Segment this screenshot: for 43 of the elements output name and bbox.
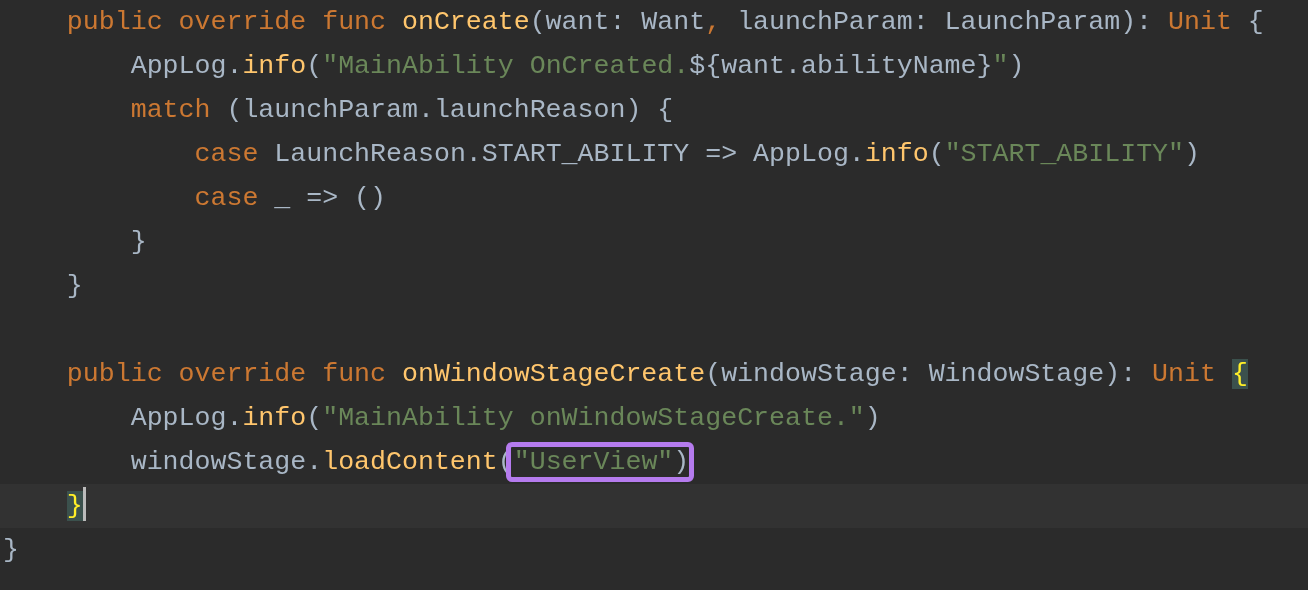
code-token: match xyxy=(130,95,211,125)
code-token: { xyxy=(1247,7,1264,37)
code-token: } xyxy=(130,227,147,257)
code-token: ( xyxy=(928,139,945,169)
text-cursor xyxy=(82,486,86,521)
code-token: ) xyxy=(1008,51,1025,81)
code-token: info xyxy=(242,403,307,433)
code-token: (windowStage: WindowStage): xyxy=(705,359,1138,389)
code-token: ( xyxy=(306,51,323,81)
code-token: ) xyxy=(673,447,690,477)
code-token: Unit xyxy=(1168,7,1232,37)
code-token: windowStage. xyxy=(130,447,323,477)
code-token: case xyxy=(194,139,259,169)
code-token: LaunchReason.START_ABILITY => AppLog. xyxy=(274,139,865,169)
code-token: launchParam: LaunchParam): xyxy=(737,7,1154,37)
code-token: public override func xyxy=(66,359,388,389)
code-token: } xyxy=(66,271,83,301)
code-token: public override func xyxy=(66,7,388,37)
code-token: case xyxy=(194,183,259,213)
code-token: "MainAbility OnCreated. xyxy=(322,51,690,81)
matched-brace: { xyxy=(1231,359,1248,389)
code-token: "UserView" xyxy=(513,447,674,477)
matched-brace: } xyxy=(66,491,83,521)
code-token: AppLog. xyxy=(130,403,243,433)
code-token: , xyxy=(705,7,723,37)
code-token: Unit xyxy=(1152,359,1216,389)
code-token: (want: Want xyxy=(529,7,706,37)
code-token: "MainAbility onWindowStageCreate." xyxy=(322,403,865,433)
code-token: onWindowStageCreate xyxy=(402,359,706,389)
code-token: _ => () xyxy=(274,183,387,213)
code-token: info xyxy=(864,139,929,169)
code-token: ) xyxy=(864,403,881,433)
code-token: loadContent xyxy=(322,447,498,477)
code-token: (launchParam.launchReason) { xyxy=(226,95,674,125)
code-token: " xyxy=(992,51,1009,81)
code-token: onCreate xyxy=(402,7,530,37)
code-token: ( xyxy=(306,403,323,433)
code-token: ) xyxy=(1184,139,1200,169)
code-token: info xyxy=(242,51,307,81)
code-token: } xyxy=(3,535,19,565)
code-token: "START_ABILITY" xyxy=(944,139,1184,169)
code-token: ${want.abilityName} xyxy=(689,51,993,81)
code-token: AppLog. xyxy=(130,51,243,81)
